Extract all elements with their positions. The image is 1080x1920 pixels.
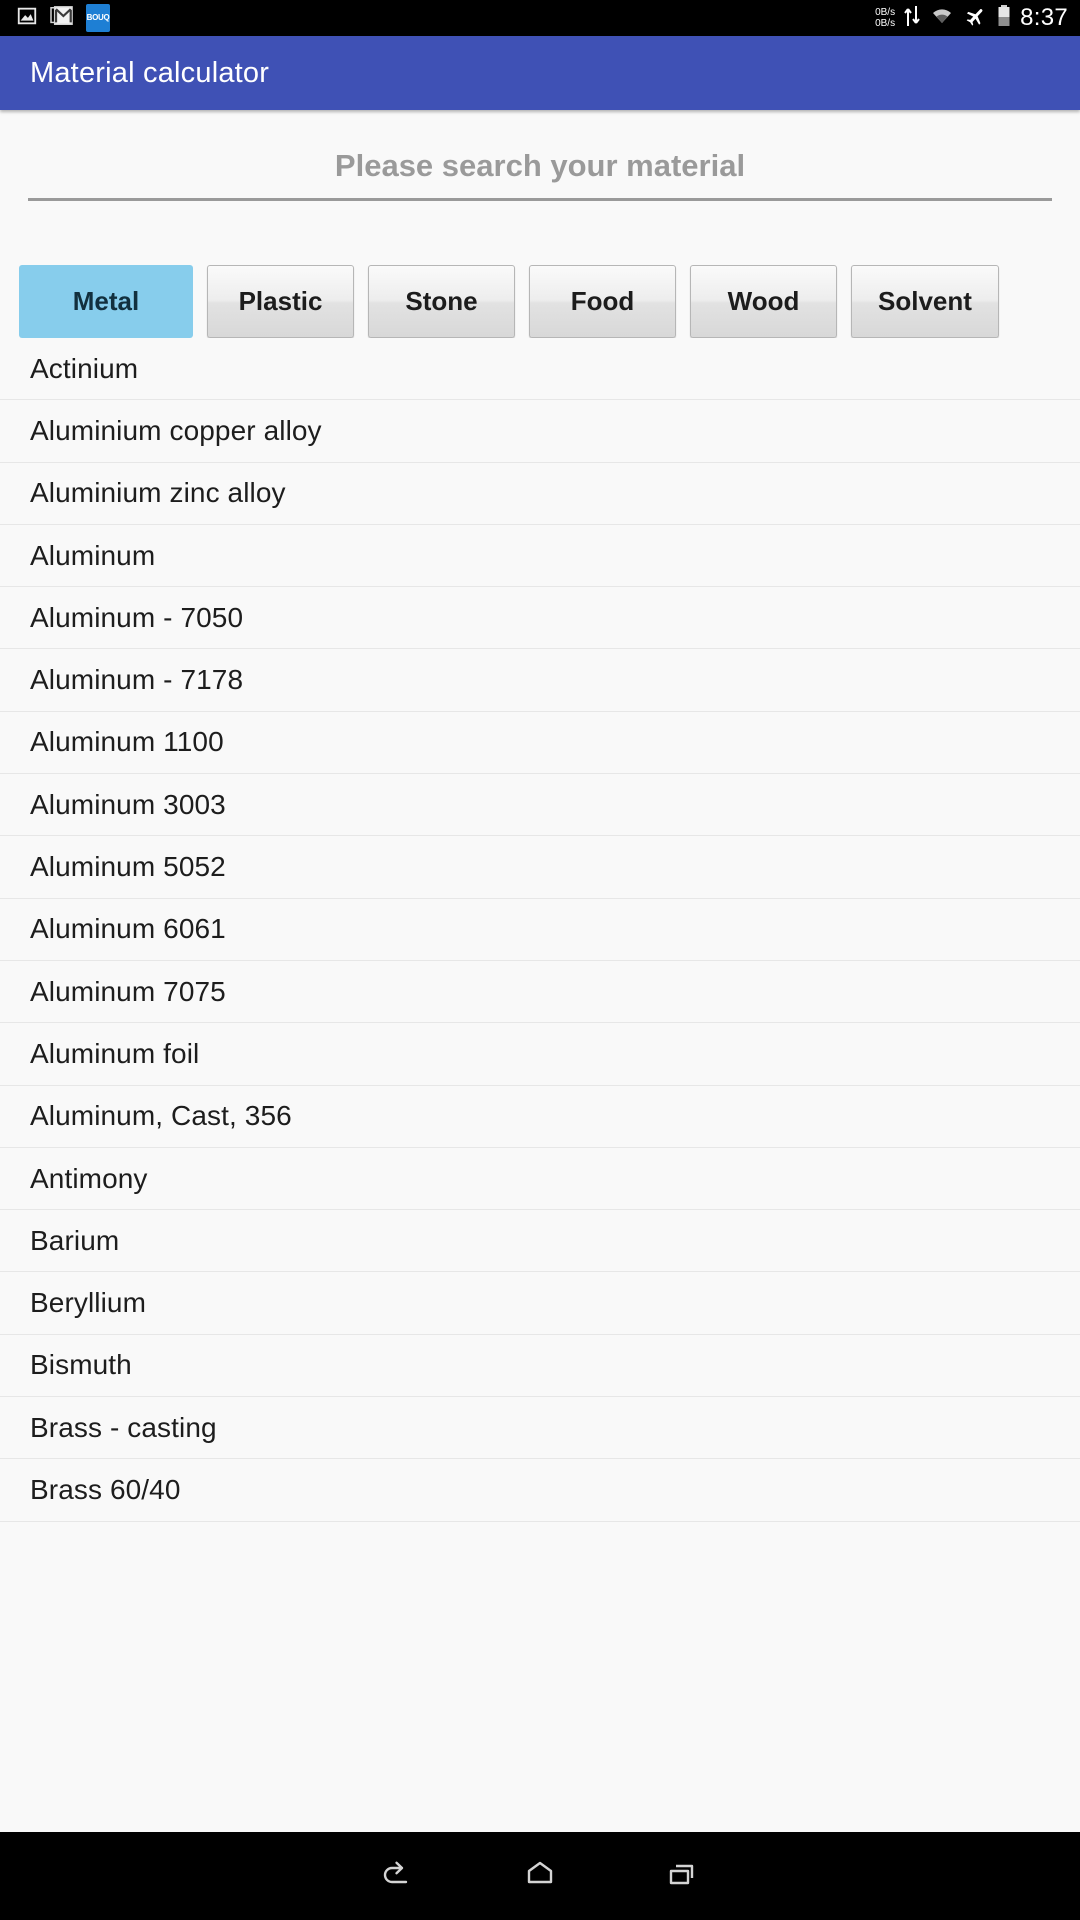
material-list-item-label: Aluminum, Cast, 356	[30, 1100, 292, 1132]
material-list-item[interactable]: Aluminum, Cast, 356	[0, 1085, 1080, 1148]
material-list-item[interactable]: Aluminium copper alloy	[0, 400, 1080, 463]
bouq-app-icon: BOUQ	[86, 4, 110, 32]
tab-solvent[interactable]: Solvent	[851, 265, 999, 338]
material-list-item-label: Aluminum	[30, 539, 156, 571]
material-list-item[interactable]: Antimony	[0, 1147, 1080, 1211]
material-list-item-label: Beryllium	[30, 1287, 147, 1319]
tab-plastic[interactable]: Plastic	[207, 265, 354, 338]
material-list-item[interactable]: Beryllium	[0, 1272, 1080, 1335]
material-list-item[interactable]: Aluminum 3003	[0, 774, 1080, 837]
search-field-container	[0, 110, 1080, 201]
phone-screen: BOUQ 0B/s 0B/s 8:37 Material calculator …	[0, 0, 1080, 1920]
material-list-item[interactable]: Aluminium zinc alloy	[0, 462, 1080, 525]
tab-wood-label: Wood	[727, 286, 800, 316]
material-list-item-label: Aluminum 3003	[30, 788, 226, 820]
material-list-item-label: Brass 60/40	[30, 1473, 181, 1505]
tab-solvent-label: Solvent	[878, 286, 972, 316]
material-list-item[interactable]: Aluminum 7075	[0, 960, 1080, 1024]
material-list-item[interactable]: Aluminum 5052	[0, 836, 1080, 899]
category-tab-strip: Metal Plastic Stone Food Wood Solvent	[0, 201, 1080, 338]
tab-stone[interactable]: Stone	[368, 265, 515, 338]
material-list-item-label: Aluminum - 7178	[30, 664, 244, 696]
home-icon	[520, 1854, 560, 1899]
material-list-item-label: Barium	[30, 1224, 120, 1256]
material-list-item[interactable]: Barium	[0, 1210, 1080, 1273]
screenshot-icon	[16, 5, 38, 32]
material-list-item-label: Aluminium copper alloy	[30, 414, 322, 446]
material-list-item-label: Aluminum 6061	[30, 913, 226, 945]
material-list-item[interactable]: Aluminum 1100	[0, 711, 1080, 775]
recents-icon	[662, 1854, 702, 1899]
tab-metal-label: Metal	[72, 286, 140, 316]
status-bar: BOUQ 0B/s 0B/s 8:37	[0, 0, 1080, 36]
network-rate-indicator: 0B/s 0B/s	[875, 7, 895, 29]
material-list-item-label: Brass - casting	[30, 1411, 217, 1443]
material-list-item[interactable]: Bismuth	[0, 1334, 1080, 1398]
status-bar-clock: 8:37	[1020, 4, 1068, 31]
status-bar-left-icons: BOUQ	[16, 4, 110, 32]
tab-food-label: Food	[570, 286, 635, 316]
material-list-item[interactable]: Aluminum	[0, 524, 1080, 588]
material-list-item[interactable]: Aluminum foil	[0, 1023, 1080, 1086]
material-list-item[interactable]: Brass - casting	[0, 1397, 1080, 1460]
wifi-icon	[929, 5, 955, 32]
bouq-app-icon-label: BOUQ	[86, 13, 110, 22]
network-rate-up: 0B/s	[875, 7, 896, 18]
material-list-item-label: Bismuth	[30, 1349, 132, 1381]
home-button[interactable]	[469, 1832, 611, 1920]
material-list-item-label: Aluminum 7075	[30, 975, 226, 1007]
app-bar: Material calculator	[0, 36, 1080, 110]
material-list-item-label: Aluminum - 7050	[30, 601, 244, 633]
back-arrow-icon	[378, 1854, 418, 1899]
recents-button[interactable]	[611, 1832, 753, 1920]
android-navigation-bar	[0, 1832, 1080, 1920]
material-list-item-label: Aluminum 1100	[30, 726, 224, 758]
material-list-item[interactable]: Aluminum - 7178	[0, 649, 1080, 712]
material-list[interactable]: Actinium Aluminium copper alloy Aluminium …	[0, 338, 1080, 1832]
gmail-icon	[50, 5, 74, 32]
battery-icon	[997, 4, 1011, 33]
material-list-item-label: Actinium	[30, 352, 139, 384]
main-content: Metal Plastic Stone Food Wood Solvent Ac…	[0, 110, 1080, 1832]
material-list-item-label: Aluminum 5052	[30, 851, 226, 883]
material-list-item-label: Antimony	[30, 1162, 148, 1194]
tab-wood[interactable]: Wood	[690, 265, 837, 338]
material-list-item[interactable]: Actinium	[0, 338, 1080, 401]
search-input[interactable]	[28, 148, 1052, 201]
tab-plastic-label: Plastic	[238, 286, 323, 316]
material-list-item-label: Aluminium zinc alloy	[30, 477, 286, 509]
network-rate-down: 0B/s	[875, 18, 896, 29]
tab-metal[interactable]: Metal	[19, 265, 193, 338]
data-transfer-icon	[904, 4, 920, 33]
page-title: Material calculator	[30, 56, 270, 89]
material-list-item-label: Aluminum foil	[30, 1037, 200, 1069]
tab-food[interactable]: Food	[529, 265, 676, 338]
back-button[interactable]	[327, 1832, 469, 1920]
material-list-item[interactable]: Aluminum 6061	[0, 898, 1080, 961]
material-list-item[interactable]: Aluminum - 7050	[0, 587, 1080, 650]
material-list-item[interactable]: Brass 60/40	[0, 1459, 1080, 1522]
airplane-mode-icon	[964, 5, 988, 32]
status-bar-right-icons: 0B/s 0B/s 8:37	[875, 4, 1068, 33]
tab-stone-label: Stone	[405, 286, 478, 316]
